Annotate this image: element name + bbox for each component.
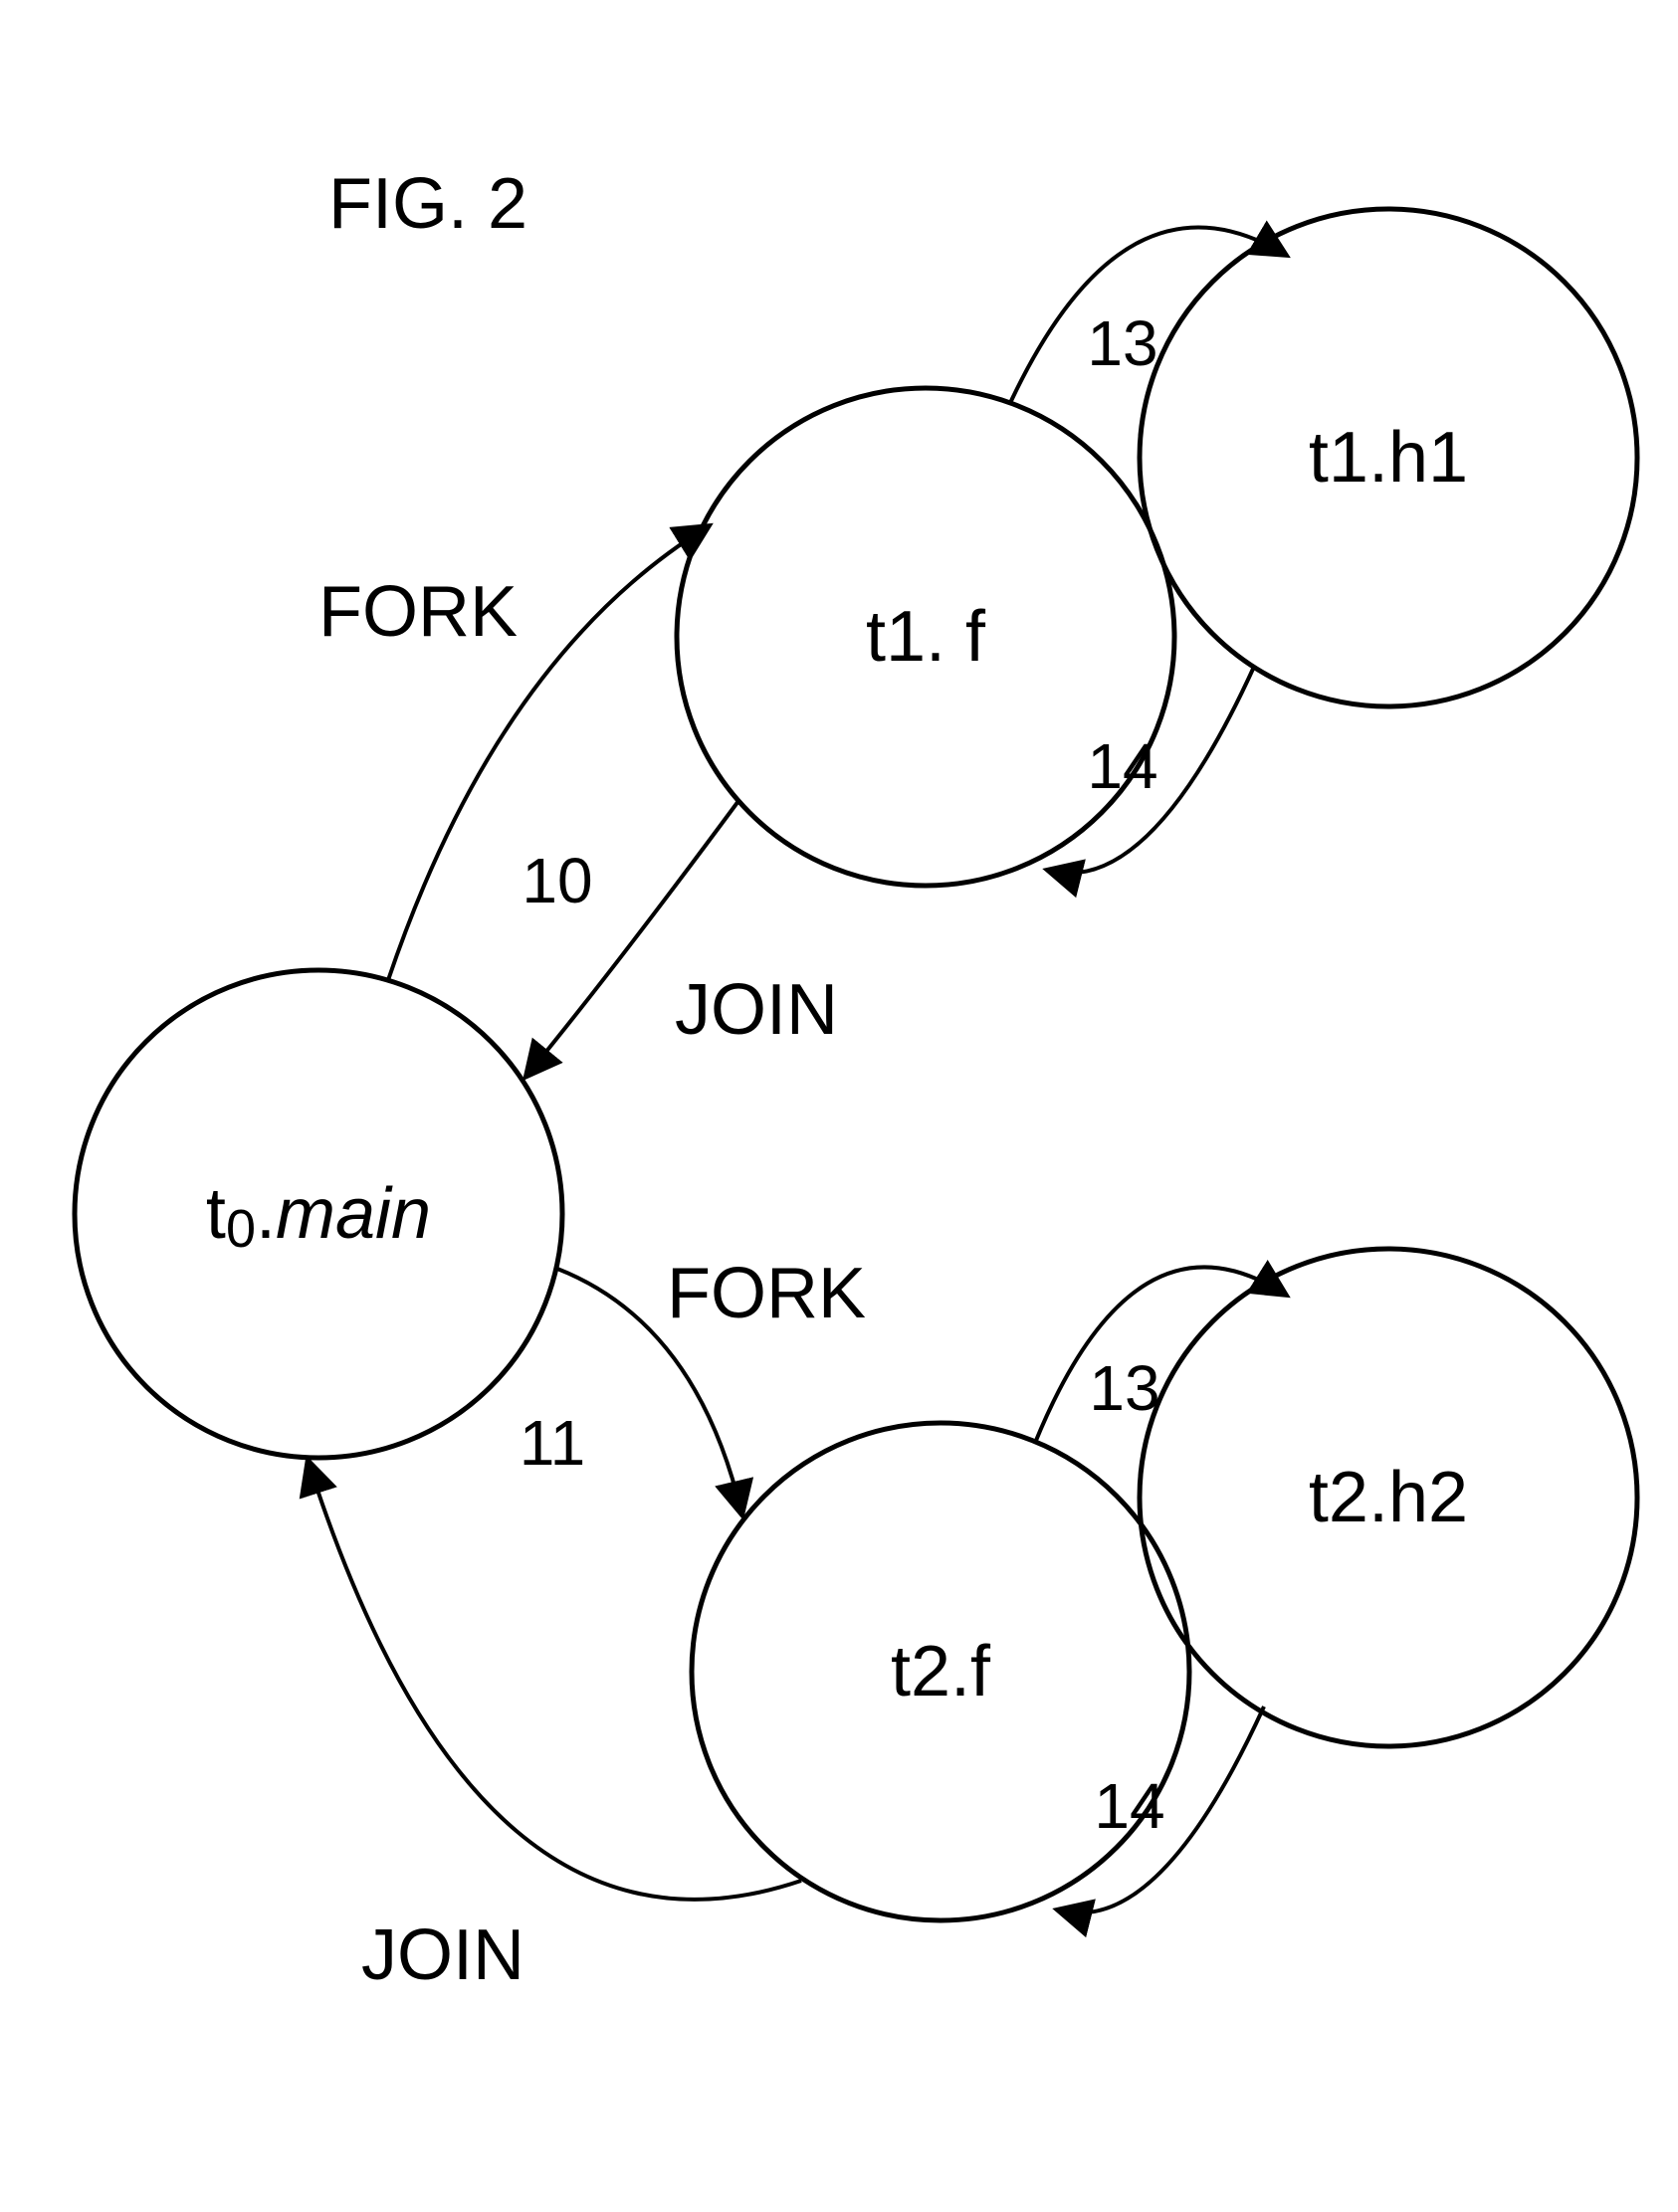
- edge-main-to-t2f-word: FORK: [667, 1254, 866, 1333]
- node-t2-f-label: t2.f: [891, 1632, 991, 1711]
- edge-t2f-to-main-word: JOIN: [361, 1915, 524, 1995]
- node-t2-f: t2.f: [692, 1423, 1189, 1920]
- edge-t1f-to-main-word: JOIN: [675, 970, 838, 1050]
- node-t1-h1: t1.h1: [1140, 209, 1637, 706]
- edge-t2f-to-main: [309, 1463, 801, 1900]
- edge-t1h1-t1f-number: 14: [1087, 730, 1157, 802]
- node-t1-f: t1. f: [677, 388, 1174, 886]
- edge-main-to-t1f-word: FORK: [318, 572, 518, 652]
- figure-title: FIG. 2: [328, 164, 527, 244]
- node-t0-main: t0.main: [75, 970, 562, 1458]
- node-t2-h2-label: t2.h2: [1309, 1458, 1468, 1537]
- node-t1-h1-label: t1.h1: [1309, 418, 1468, 498]
- node-t1-f-label: t1. f: [866, 597, 986, 677]
- edge-t1f-t1h1-number: 13: [1087, 307, 1157, 379]
- edge-t2f-t2h2-number: 13: [1089, 1352, 1159, 1424]
- node-t2-h2: t2.h2: [1140, 1249, 1637, 1746]
- node-t0-main-label: t0.main: [206, 1174, 431, 1259]
- edge-main-t1f-number: 10: [522, 845, 592, 916]
- edge-t2h2-t2f-number: 14: [1094, 1770, 1164, 1842]
- edge-main-t2f-number: 11: [520, 1407, 585, 1479]
